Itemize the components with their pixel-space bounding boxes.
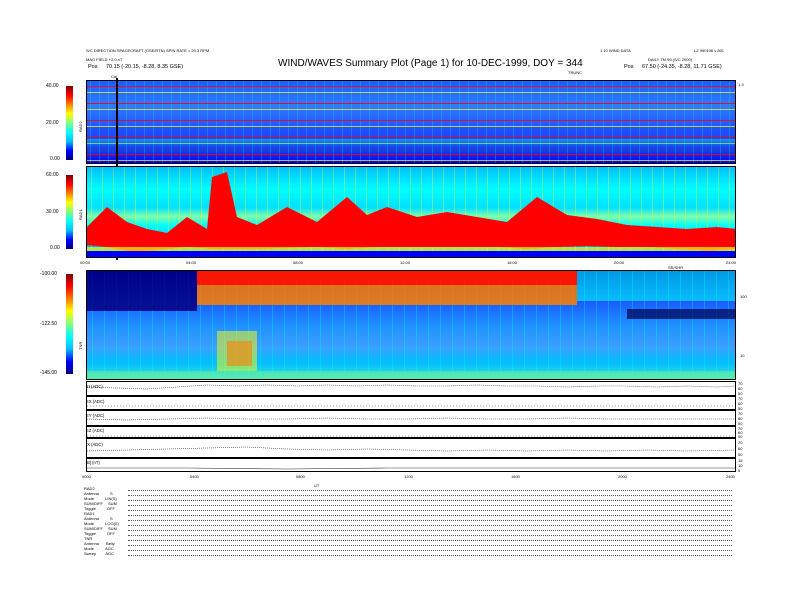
- tnr-cb-top: -100.00: [40, 271, 57, 277]
- settings-dots-10: [128, 537, 732, 541]
- tnr-right-tick-10: 10: [740, 353, 745, 358]
- marker-trunc-label: TRUNC: [568, 70, 582, 75]
- rad1-cb-top: 60.00: [46, 172, 59, 178]
- header-left-pos-label: Pos: [88, 64, 98, 70]
- rad1-colorbar: [66, 175, 73, 249]
- lp-ix-r1: 60: [738, 446, 743, 451]
- rad1-spectrogram: [86, 166, 736, 258]
- settings-dots-11: [128, 542, 732, 546]
- rad1-cb-mid: 30.00: [46, 209, 59, 215]
- line-ix-trace: [86, 446, 736, 452]
- tnr-cb-bottom: -145.00: [40, 370, 57, 376]
- line-plot-ey: [86, 410, 736, 426]
- rad2-colorbar: [66, 86, 73, 160]
- time-tick-1: 04:00: [186, 260, 197, 265]
- header-right-pos-label: Pos: [624, 64, 634, 70]
- lower-tick-2: 0800: [296, 474, 305, 479]
- line-ei-trace: [86, 384, 736, 390]
- header-left-line1: S/C DIRECTION SPACECRAFT (GSE/RTN) SPIN …: [86, 48, 210, 53]
- time-tick-5: 20:00: [614, 260, 625, 265]
- tnr-features: [87, 271, 735, 379]
- tnr-colorbar: [66, 274, 73, 374]
- settings-dots-4: [128, 507, 732, 511]
- line-plot-ez: [86, 426, 736, 438]
- rad2-axis-label: RAD2: [78, 121, 83, 132]
- header-left-pos-value: 70.15 (-20.15, -8.28, 8.35 GSE): [106, 64, 184, 70]
- settings-dots-12: [128, 547, 732, 551]
- lower-tick-0: 0000: [82, 474, 91, 479]
- rad2-spectrogram: [86, 80, 736, 164]
- line-plot-ix: [86, 438, 736, 458]
- settings-row-13: Sweep AGC: [84, 551, 115, 556]
- rad1-cb-bottom: 0.00: [50, 245, 60, 251]
- settings-dots-5: [128, 512, 732, 516]
- line-plot-ix-label: IX (ADC): [86, 442, 103, 447]
- lower-tick-1: 0400: [190, 474, 199, 479]
- line-b-trace: [87, 467, 735, 470]
- line-ex-trace: [87, 405, 735, 407]
- header-right-line2: DAILY TM 99 (S/C 2000): [648, 57, 693, 62]
- lower-tick-4: 1600: [511, 474, 520, 479]
- settings-dots-13: [128, 552, 732, 556]
- line-ey-trace: [86, 417, 735, 421]
- line-plot-ex: [86, 396, 736, 410]
- tnr-spectrogram: [86, 270, 736, 380]
- time-tick-2: 08:00: [293, 260, 304, 265]
- tnr-right-tick-100: 100: [740, 294, 747, 299]
- lp-b-r2: 5: [738, 468, 741, 473]
- settings-dots-8: [128, 527, 732, 531]
- lower-tick-5: 2000: [618, 474, 627, 479]
- settings-dots-7: [128, 522, 732, 526]
- lp-ix-r0: 70: [738, 440, 743, 445]
- rad2-cb-bottom: 0.00: [50, 156, 60, 162]
- settings-dots-1: [128, 492, 732, 496]
- lower-tick-3: 1200: [404, 474, 413, 479]
- settings-dots-2: [128, 497, 732, 501]
- header-left-line2: MAG FIELD +2.0 nT: [86, 57, 123, 62]
- lower-tick-6: 2400: [726, 474, 735, 479]
- time-tick-3: 12:00: [400, 260, 411, 265]
- header-right-line1b: LZ 990106 v 801: [694, 48, 725, 53]
- line-plot-ez-label: EZ (ADC): [86, 428, 105, 433]
- header-right-pos-value: 67.50 (-24.35, -8.28, 11.71 GSE): [642, 64, 722, 70]
- time-tick-0: 00:00: [80, 260, 91, 265]
- tnr-axis-label: TNR: [78, 341, 83, 350]
- rad2-right-tick: 1.3: [738, 82, 744, 87]
- line-plot-ex-label: EX (ADC): [86, 399, 105, 404]
- tnr-cb-mid: -122.50: [40, 321, 57, 327]
- rad1-red-band: [87, 172, 735, 257]
- rad1-axis-label: RAD1: [78, 209, 83, 220]
- settings-dots-3: [128, 502, 732, 506]
- settings-dots-6: [128, 517, 732, 521]
- time-tick-6: 24:00: [726, 260, 737, 265]
- rad2-cb-mid: 20.00: [46, 120, 59, 126]
- line-plot-b: [86, 458, 736, 472]
- time-tick-4: 16:00: [507, 260, 518, 265]
- line-plot-ey-label: EY (ADC): [86, 413, 105, 418]
- settings-dots-9: [128, 532, 732, 536]
- line-plot-ei: [86, 381, 736, 396]
- header-right-line1: 1.10 WIND DATA: [600, 48, 631, 53]
- settings-dots-0: [128, 487, 732, 491]
- rad2-cb-top: 40.00: [46, 83, 59, 89]
- line-plot-b-label: |B| (nT): [86, 460, 100, 465]
- lp-ix-r2: 50: [738, 452, 743, 457]
- lp-ez-r2: 50: [738, 434, 743, 439]
- line-plot-ei-label: EI (ADC): [86, 384, 103, 389]
- page-title: WIND/WAVES Summary Plot (Page 1) for 10-…: [278, 58, 583, 69]
